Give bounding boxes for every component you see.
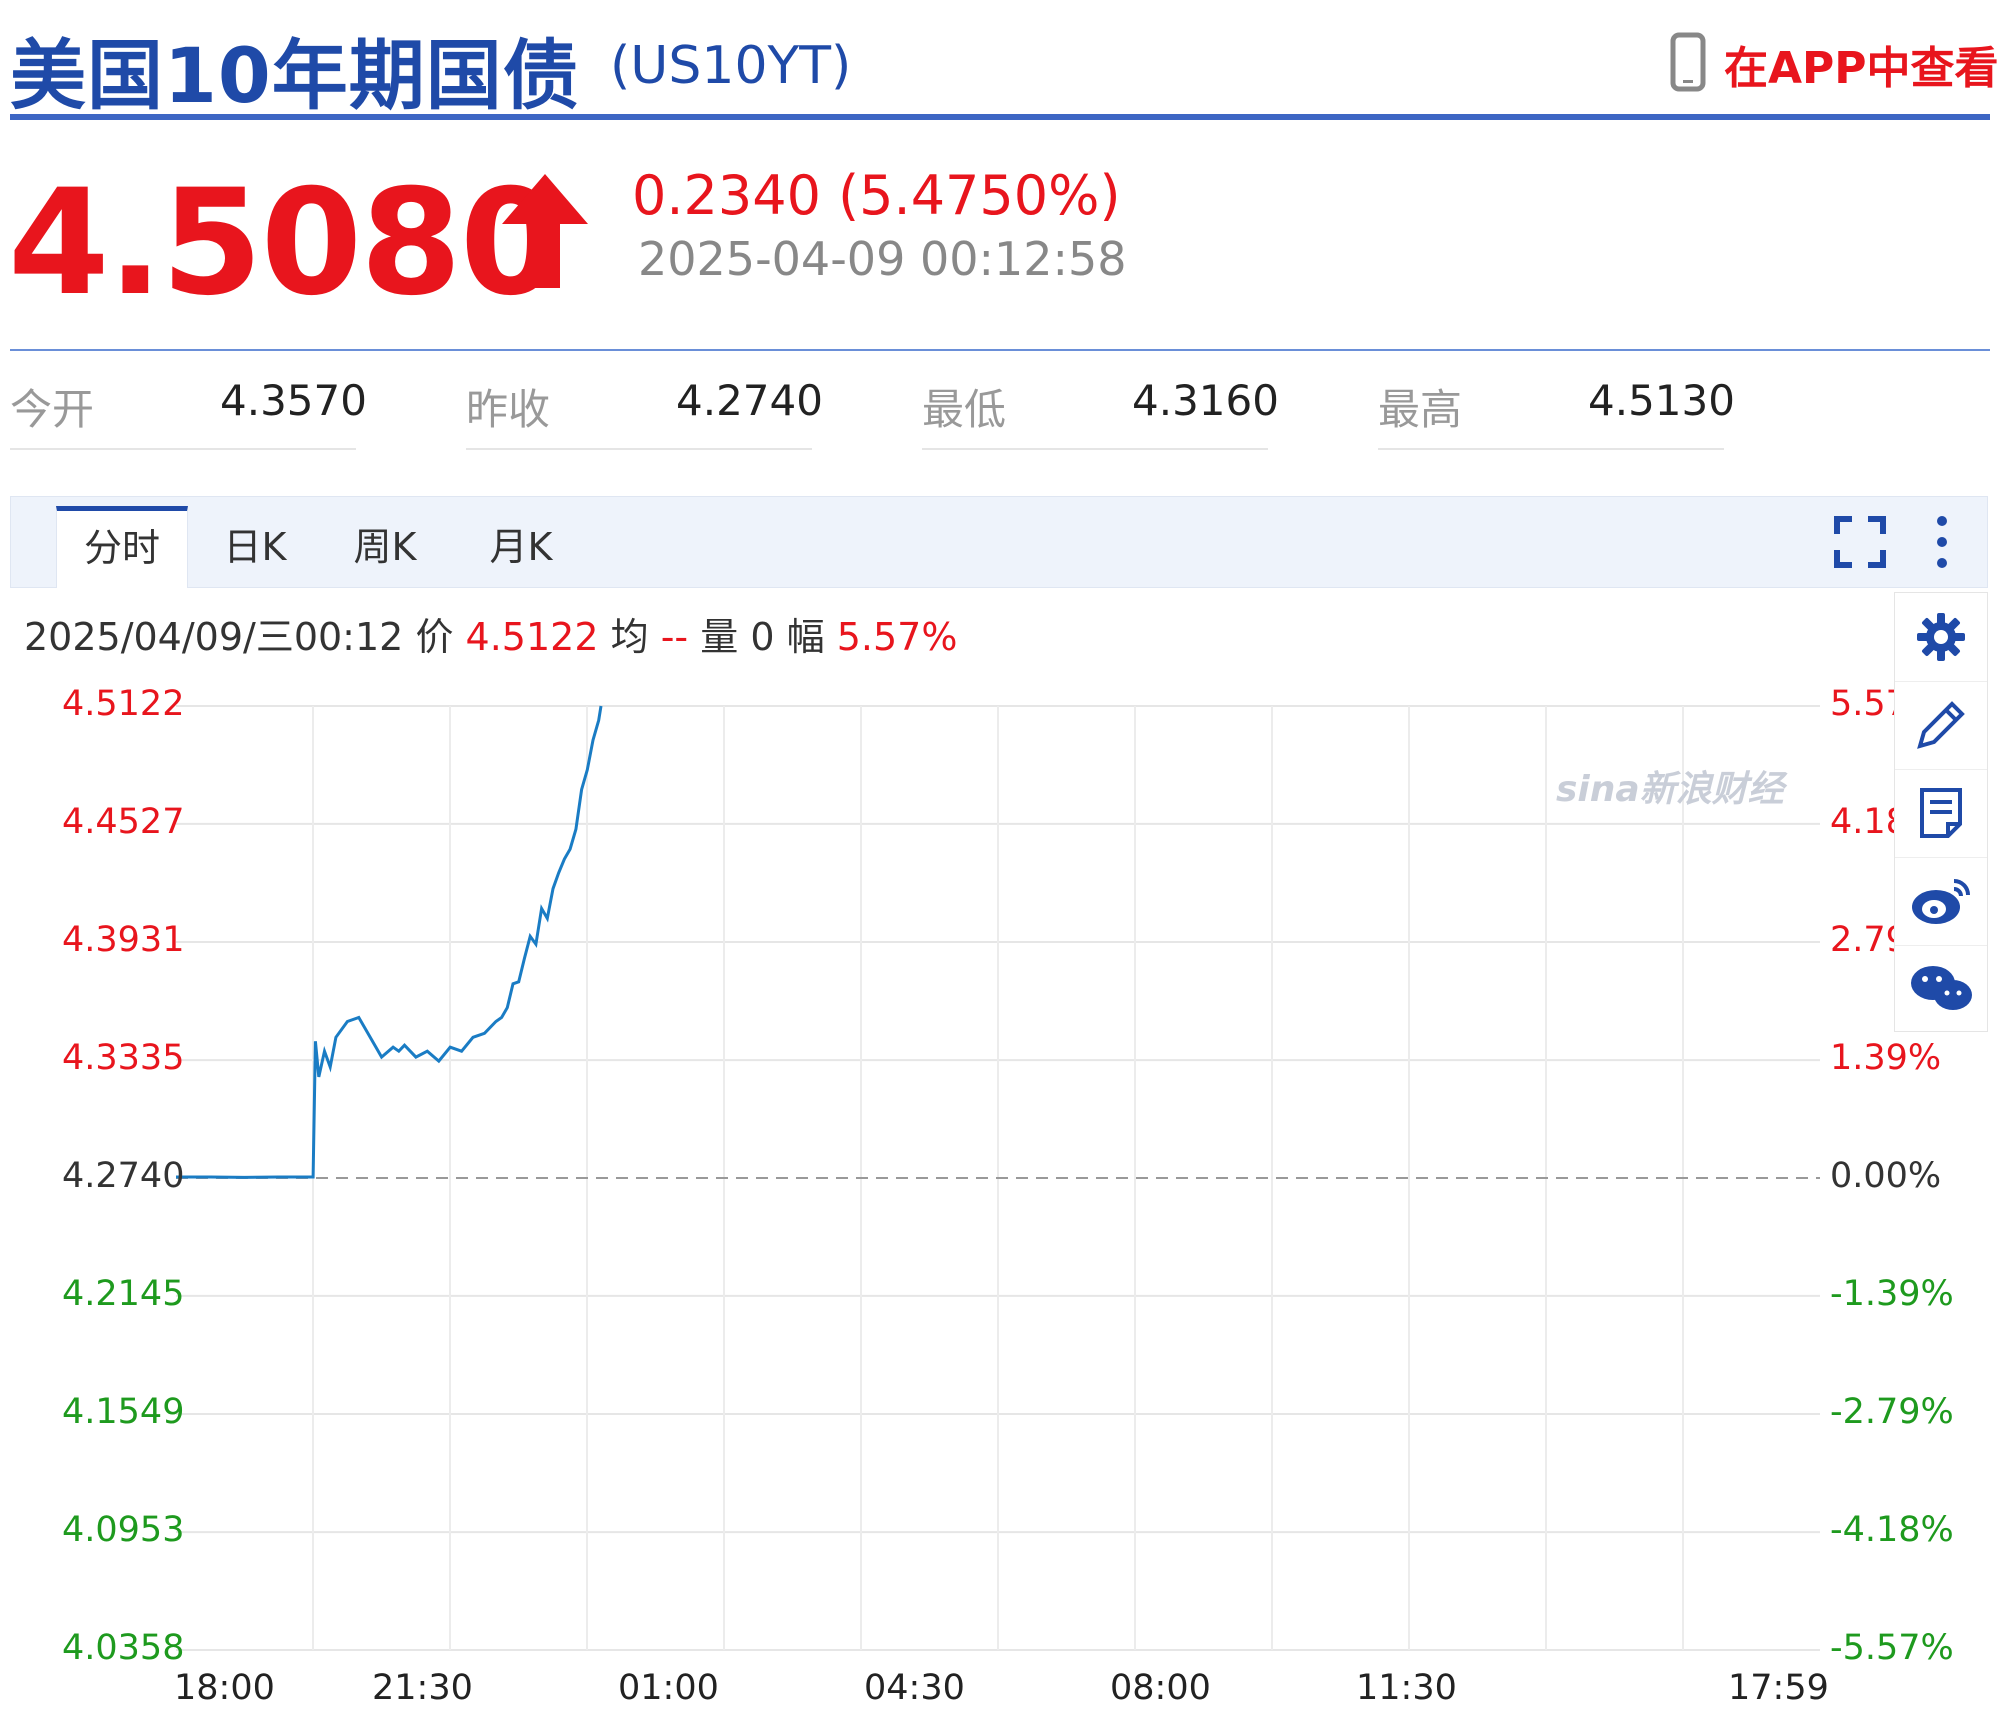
- stat-high-label: 最高: [1378, 385, 1463, 434]
- info-amp-label: 幅: [786, 615, 825, 659]
- note-icon[interactable]: [1895, 769, 1987, 858]
- y-axis-left-tick: 4.5122: [62, 684, 185, 724]
- y-axis-right-tick: 0.00%: [1830, 1156, 1942, 1196]
- tab-weekly-k[interactable]: 周K: [330, 506, 440, 588]
- y-axis-left-tick: 4.3335: [62, 1038, 185, 1079]
- quote-timestamp: 2025-04-09 00:12:58: [638, 232, 1127, 286]
- page-title: 美国10年期国债: [10, 31, 580, 120]
- price-change: 0.2340 (5.4750%): [632, 164, 1121, 227]
- quote-divider: [10, 349, 1990, 351]
- info-amp: 5.57%: [836, 615, 958, 659]
- intraday-chart[interactable]: [0, 690, 1900, 1716]
- info-avg-label: 均: [610, 615, 649, 659]
- y-axis-right-tick: -5.57%: [1830, 1628, 1954, 1668]
- y-axis-left-tick: 4.2145: [62, 1273, 185, 1314]
- stat-low-value: 4.3160: [1132, 376, 1279, 425]
- info-vol: 0: [750, 615, 775, 659]
- stat-open-value: 4.3570: [220, 376, 367, 425]
- info-datetime: 2025/04/09/三00:12: [24, 615, 404, 659]
- more-vertical-icon[interactable]: [1930, 514, 1954, 574]
- x-axis-tick: 04:30: [864, 1668, 965, 1708]
- stat-prev-close-value: 4.2740: [676, 376, 823, 425]
- x-axis-tick: 17:59: [1728, 1668, 1829, 1708]
- x-axis-tick: 01:00: [618, 1668, 719, 1708]
- header-divider: [10, 114, 1990, 120]
- info-price-label: 价: [415, 615, 454, 659]
- y-axis-left-tick: 4.3931: [62, 920, 185, 960]
- stat-prev-close-label: 昨收: [466, 385, 551, 434]
- y-axis-left-tick: 4.1549: [62, 1392, 185, 1432]
- stat-low-label: 最低: [922, 385, 1007, 434]
- y-axis-right-tick: 1.39%: [1830, 1038, 1942, 1079]
- info-vol-label: 量: [700, 615, 739, 659]
- y-axis-right-tick: -4.18%: [1830, 1510, 1954, 1551]
- weibo-icon[interactable]: [1895, 857, 1987, 946]
- x-axis-tick: 08:00: [1110, 1668, 1211, 1708]
- crosshair-info: 2025/04/09/三00:12 价 4.5122 均 -- 量 0 幅 5.…: [24, 606, 957, 661]
- info-price: 4.5122: [465, 615, 599, 659]
- gear-icon[interactable]: [1895, 593, 1987, 682]
- stat-high-value: 4.5130: [1588, 376, 1735, 425]
- stat-divider: [10, 448, 356, 450]
- y-axis-left-tick: 4.4527: [62, 801, 185, 842]
- tab-daily-k[interactable]: 日K: [200, 506, 310, 588]
- stat-divider: [1378, 448, 1724, 450]
- pencil-icon[interactable]: [1895, 681, 1987, 770]
- x-axis-tick: 21:30: [372, 1668, 473, 1708]
- chart-tool-sidebar: [1894, 592, 1988, 1032]
- phone-icon: [1670, 32, 1706, 96]
- up-arrow-icon: [500, 172, 590, 296]
- y-axis-right-tick: -2.79%: [1830, 1392, 1954, 1432]
- open-in-app-label: 在APP中查看: [1724, 43, 1999, 94]
- y-axis-left-tick: 4.0358: [62, 1628, 185, 1668]
- current-price: 4.5080: [8, 158, 561, 328]
- fullscreen-icon[interactable]: [1834, 516, 1886, 572]
- y-axis-left-tick: 4.0953: [62, 1510, 185, 1551]
- stat-open-label: 今开: [10, 385, 95, 434]
- x-axis-tick: 11:30: [1356, 1668, 1457, 1708]
- stat-divider: [922, 448, 1268, 450]
- stat-divider: [466, 448, 812, 450]
- tab-intraday[interactable]: 分时: [56, 506, 188, 588]
- open-in-app-link[interactable]: 在APP中查看: [1670, 32, 1999, 96]
- info-avg: --: [660, 615, 689, 659]
- sina-watermark: sina新浪财经: [1556, 769, 1784, 810]
- symbol-code: (US10YT): [610, 36, 852, 96]
- wechat-icon[interactable]: [1895, 945, 1987, 1033]
- y-axis-left-tick: 4.2740: [62, 1156, 185, 1196]
- y-axis-right-tick: -1.39%: [1830, 1273, 1954, 1314]
- x-axis-tick: 18:00: [174, 1668, 275, 1708]
- tab-monthly-k[interactable]: 月K: [466, 506, 576, 588]
